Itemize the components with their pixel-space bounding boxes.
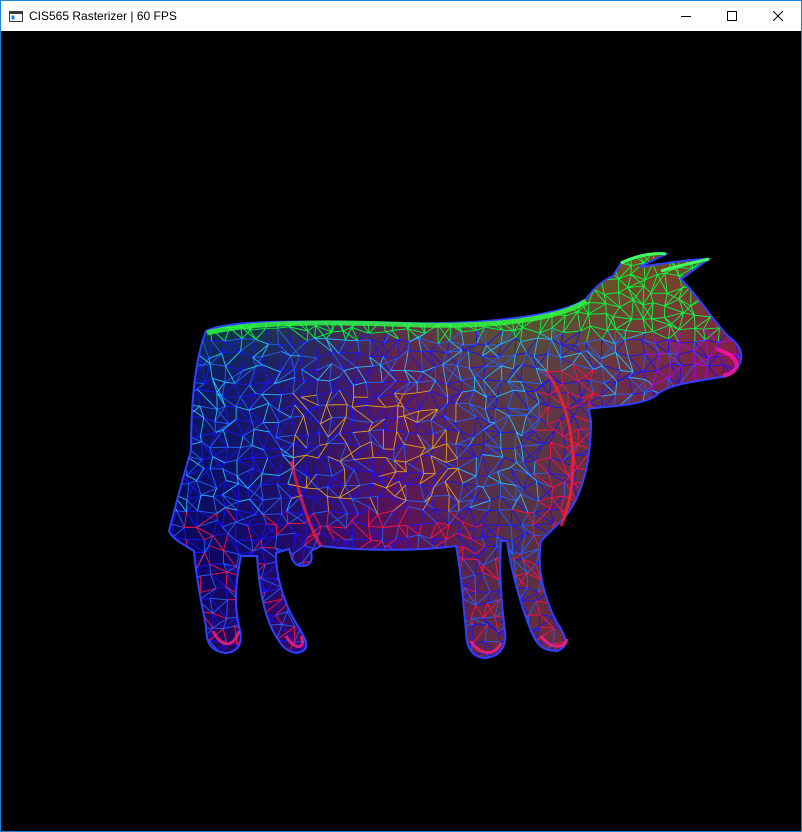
window-controls <box>663 1 801 31</box>
title-bar[interactable]: CIS565 Rasterizer | 60 FPS <box>1 1 801 31</box>
cow-model <box>168 252 743 659</box>
console-window-icon <box>9 10 23 22</box>
minimize-icon <box>681 16 691 17</box>
render-viewport[interactable] <box>1 31 801 831</box>
window-title: CIS565 Rasterizer | 60 FPS <box>29 9 177 23</box>
close-icon <box>773 11 783 21</box>
app-window: CIS565 Rasterizer | 60 FPS <box>0 0 802 832</box>
minimize-button[interactable] <box>663 1 709 31</box>
maximize-button[interactable] <box>709 1 755 31</box>
maximize-icon <box>727 11 737 21</box>
cow-wireframe-render <box>168 252 743 659</box>
close-button[interactable] <box>755 1 801 31</box>
